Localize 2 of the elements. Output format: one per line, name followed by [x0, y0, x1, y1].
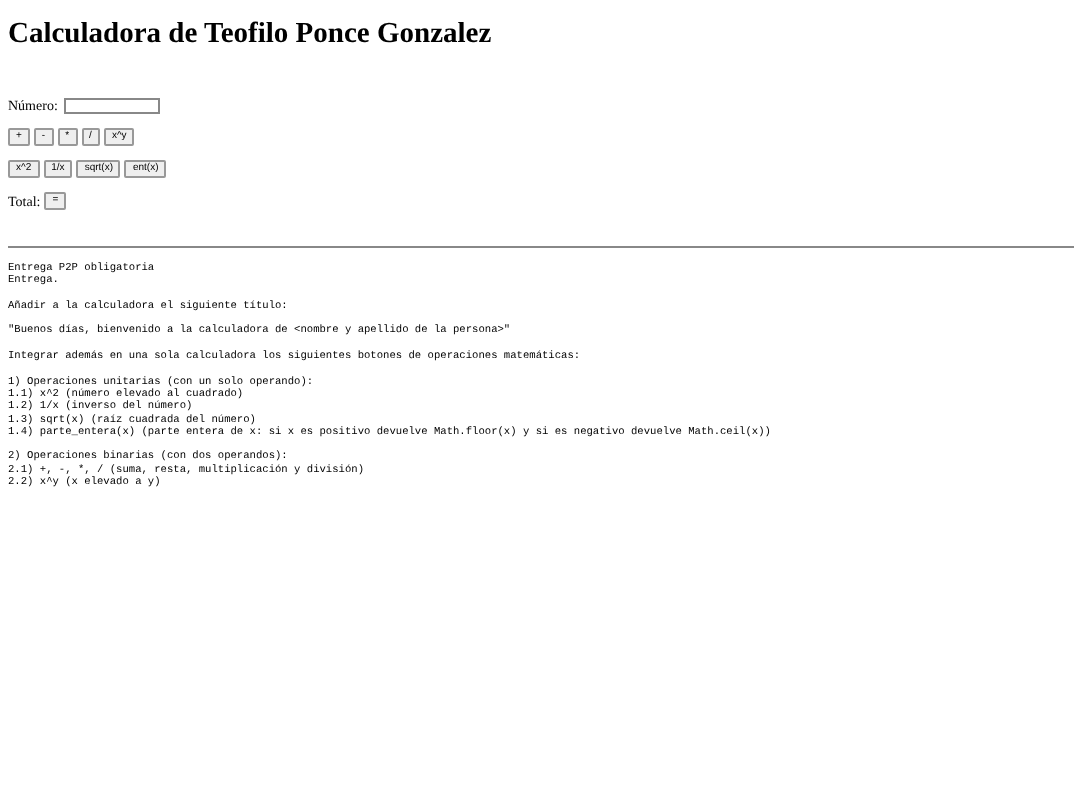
number-input[interactable] — [63, 97, 160, 113]
page-title: Calculadora de Teofilo Ponce Gonzalez — [8, 16, 494, 52]
